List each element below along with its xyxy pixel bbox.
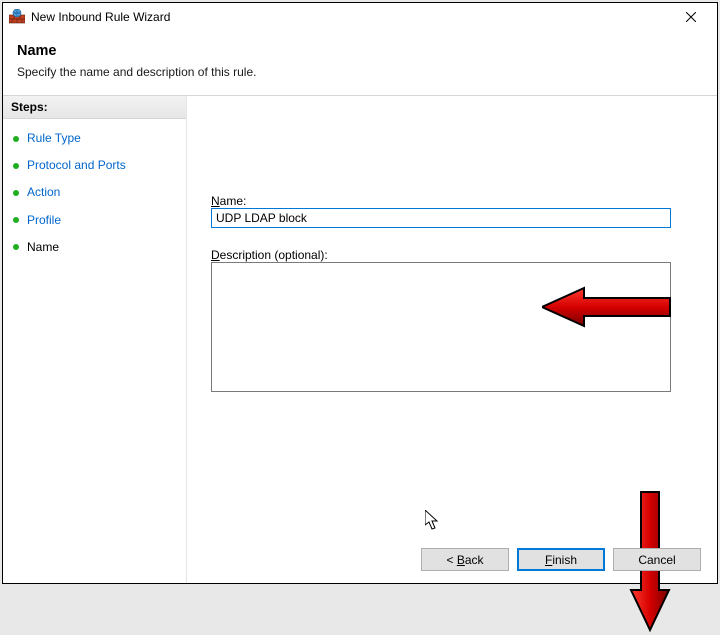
window-title: New Inbound Rule Wizard [31,10,671,24]
steps-heading: Steps: [3,96,186,119]
finish-button[interactable]: Finish [517,548,605,571]
wizard-buttons: < Back Finish Cancel [421,548,701,571]
description-input[interactable] [211,262,671,392]
steps-panel: Steps: Rule Type Protocol and Ports Acti… [3,96,187,583]
cursor-icon [425,510,441,535]
close-button[interactable] [671,3,711,31]
name-input[interactable] [211,208,671,228]
firewall-icon [9,9,25,25]
bullet-icon [13,217,19,223]
bullet-icon [13,190,19,196]
step-name: Name [3,234,186,261]
step-protocol-and-ports[interactable]: Protocol and Ports [3,152,186,179]
step-label: Name [27,238,59,257]
description-label-text: escription (optional): [220,248,328,262]
title-bar: New Inbound Rule Wizard [3,3,717,31]
step-label: Action [27,183,60,202]
wizard-window: New Inbound Rule Wizard Name Specify the… [2,2,718,584]
wizard-body: Steps: Rule Type Protocol and Ports Acti… [3,95,717,583]
bullet-icon [13,136,19,142]
name-label: Name: [211,194,693,208]
main-panel: Name: Description (optional): [187,96,717,583]
step-action[interactable]: Action [3,179,186,206]
bullet-icon [13,244,19,250]
step-profile[interactable]: Profile [3,207,186,234]
description-label: Description (optional): [211,248,693,262]
name-label-text: ame: [220,194,247,208]
cancel-button[interactable]: Cancel [613,548,701,571]
bullet-icon [13,163,19,169]
step-label: Protocol and Ports [27,156,126,175]
page-title: Name [17,43,703,59]
wizard-header: Name Specify the name and description of… [3,31,717,95]
page-subtitle: Specify the name and description of this… [17,65,703,79]
back-button[interactable]: < Back [421,548,509,571]
step-rule-type[interactable]: Rule Type [3,125,186,152]
step-label: Rule Type [27,129,81,148]
steps-list: Rule Type Protocol and Ports Action Prof… [3,119,186,267]
step-label: Profile [27,211,61,230]
